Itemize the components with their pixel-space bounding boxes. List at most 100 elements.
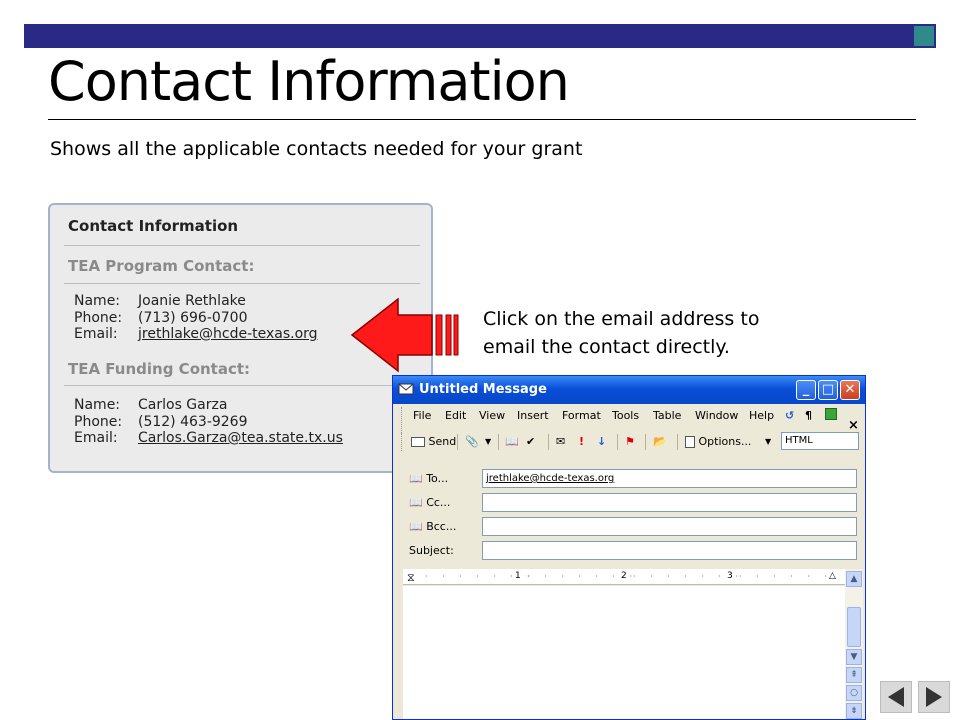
- scroll-up-icon[interactable]: ▲: [846, 571, 862, 587]
- check-names-icon[interactable]: ✔: [526, 433, 535, 451]
- options-button[interactable]: Options...: [685, 433, 751, 451]
- toolbar-separator: [617, 434, 618, 450]
- card-divider: [64, 283, 420, 284]
- bcc-field[interactable]: [482, 517, 857, 536]
- menu-bar: File Edit View Insert Format Tools Table…: [393, 404, 865, 439]
- vertical-scrollbar[interactable]: ▲ ▼ ⇞ ○ ⇟: [845, 569, 863, 719]
- previous-slide-button[interactable]: [880, 681, 912, 713]
- to-recipient: jrethlake@hcde-texas.org: [486, 473, 615, 484]
- address-book-icon: 📖: [409, 472, 423, 485]
- funding-contact-email-link[interactable]: Carlos.Garza@tea.state.tx.us: [138, 430, 343, 446]
- envelope-icon: [398, 383, 414, 395]
- toolbar-separator: [548, 434, 549, 450]
- program-contact-email-link[interactable]: jrethlake@hcde-texas.org: [138, 326, 318, 342]
- options-icon: [685, 436, 695, 448]
- menu-tools[interactable]: Tools: [612, 409, 639, 422]
- flag-icon[interactable]: ⚑: [625, 433, 635, 451]
- standard-toolbar: Send 📎 ▼ 📖 ✔ ✉ ! ↓ ⚑ 📂 Options... ▼ HTML: [393, 430, 865, 454]
- name-label: Name:: [74, 397, 121, 413]
- previous-arrow-icon: [888, 687, 904, 707]
- right-indent-marker-icon[interactable]: △: [829, 571, 836, 581]
- slide-top-bar: [24, 24, 914, 48]
- next-slide-button[interactable]: [918, 681, 950, 713]
- attach-dropdown-icon[interactable]: ▼: [485, 433, 491, 451]
- ruler-mark-3: 3: [727, 571, 733, 581]
- toolbar-grip: [401, 433, 403, 451]
- menu-format[interactable]: Format: [562, 409, 601, 422]
- page-title: Contact Information: [48, 50, 570, 113]
- address-book-icon[interactable]: 📖: [505, 433, 519, 451]
- subject-field[interactable]: [482, 541, 857, 560]
- menu-view[interactable]: View: [479, 409, 505, 422]
- cc-button[interactable]: 📖 Cc...: [409, 496, 450, 509]
- to-row: 📖 To... jrethlake@hcde-texas.org: [393, 468, 865, 490]
- card-divider: [64, 385, 420, 386]
- bcc-button[interactable]: 📖 Bcc...: [409, 520, 456, 533]
- window-title-bar[interactable]: Untitled Message _ □ ✕: [393, 376, 865, 404]
- menu-insert[interactable]: Insert: [517, 409, 549, 422]
- phone-label: Phone:: [74, 309, 123, 326]
- red-arrow-icon: [350, 297, 459, 373]
- signature-icon[interactable]: ✉: [556, 433, 565, 451]
- funding-contact-heading: TEA Funding Contact:: [68, 360, 251, 378]
- options-dropdown-icon[interactable]: ▼: [765, 433, 771, 451]
- to-field[interactable]: jrethlake@hcde-texas.org: [482, 469, 857, 488]
- program-contact-info: Name: Joanie Rethlake Phone: (713) 696-070…: [74, 293, 318, 343]
- pilcrow-icon[interactable]: ¶: [805, 409, 812, 422]
- address-book-icon: 📖: [409, 496, 423, 509]
- attach-icon[interactable]: 📎: [465, 433, 479, 451]
- to-button[interactable]: 📖 To...: [409, 472, 448, 485]
- high-importance-icon[interactable]: !: [579, 433, 584, 451]
- toolbar-separator: [645, 434, 646, 450]
- bcc-row: 📖 Bcc...: [393, 516, 865, 538]
- name-label: Name:: [74, 293, 121, 309]
- ruler-ticks: · · · · · ·: [739, 572, 833, 581]
- funding-contact-info: Name: Carlos Garza Phone: (512) 463-9269 E…: [74, 397, 343, 447]
- window-title: Untitled Message: [419, 382, 547, 397]
- email-label: Email:: [74, 430, 118, 446]
- minimize-button[interactable]: _: [796, 380, 816, 400]
- undo-icon[interactable]: ↺: [785, 409, 794, 422]
- folder-icon[interactable]: 📂: [653, 433, 667, 451]
- scroll-down-icon[interactable]: ▼: [846, 649, 862, 665]
- card-heading: Contact Information: [68, 217, 239, 235]
- next-page-icon[interactable]: ⇟: [846, 703, 862, 719]
- card-divider: [64, 245, 420, 246]
- previous-page-icon[interactable]: ⇞: [846, 667, 862, 683]
- low-importance-icon[interactable]: ↓: [597, 433, 606, 451]
- message-format-select[interactable]: HTML: [781, 432, 859, 450]
- menu-file[interactable]: File: [413, 409, 431, 422]
- funding-contact-name: Carlos Garza: [138, 397, 228, 413]
- email-label: Email:: [74, 326, 118, 342]
- ruler: ⧖ · · · · · · · 1 · · · · · · · 2 · · · …: [403, 569, 845, 585]
- indent-marker-icon[interactable]: ⧖: [407, 571, 415, 585]
- send-button[interactable]: Send: [411, 433, 456, 451]
- toolbar-separator: [498, 434, 499, 450]
- ruler-mark-1: 1: [515, 571, 521, 581]
- cc-field[interactable]: [482, 493, 857, 512]
- maximize-button[interactable]: □: [818, 380, 838, 400]
- next-arrow-icon: [926, 687, 942, 707]
- phone-label: Phone:: [74, 413, 123, 430]
- cc-row: 📖 Cc...: [393, 492, 865, 514]
- funding-contact-phone: (512) 463-9269: [138, 413, 248, 430]
- toolbar-separator: [457, 434, 458, 450]
- send-icon: [411, 437, 425, 447]
- program-contact-phone: (713) 696-0700: [138, 309, 248, 326]
- instruction-text: Click on the email address to email the …: [483, 308, 760, 358]
- program-contact-name: Joanie Rethlake: [138, 293, 246, 309]
- title-divider: [48, 119, 916, 120]
- menu-edit[interactable]: Edit: [445, 409, 466, 422]
- message-body[interactable]: [403, 586, 845, 719]
- email-compose-window: Untitled Message _ □ ✕ File Edit View In…: [392, 375, 866, 720]
- address-book-icon: 📖: [409, 520, 423, 533]
- slide-top-accent: [912, 24, 936, 48]
- close-button[interactable]: ✕: [840, 380, 860, 400]
- menu-help[interactable]: Help: [749, 409, 774, 422]
- toolbar-separator: [677, 434, 678, 450]
- select-browse-object-icon[interactable]: ○: [846, 685, 862, 701]
- menu-window[interactable]: Window: [695, 409, 738, 422]
- scroll-thumb[interactable]: [847, 607, 861, 647]
- menu-table[interactable]: Table: [653, 409, 681, 422]
- green-square-icon[interactable]: [825, 408, 837, 420]
